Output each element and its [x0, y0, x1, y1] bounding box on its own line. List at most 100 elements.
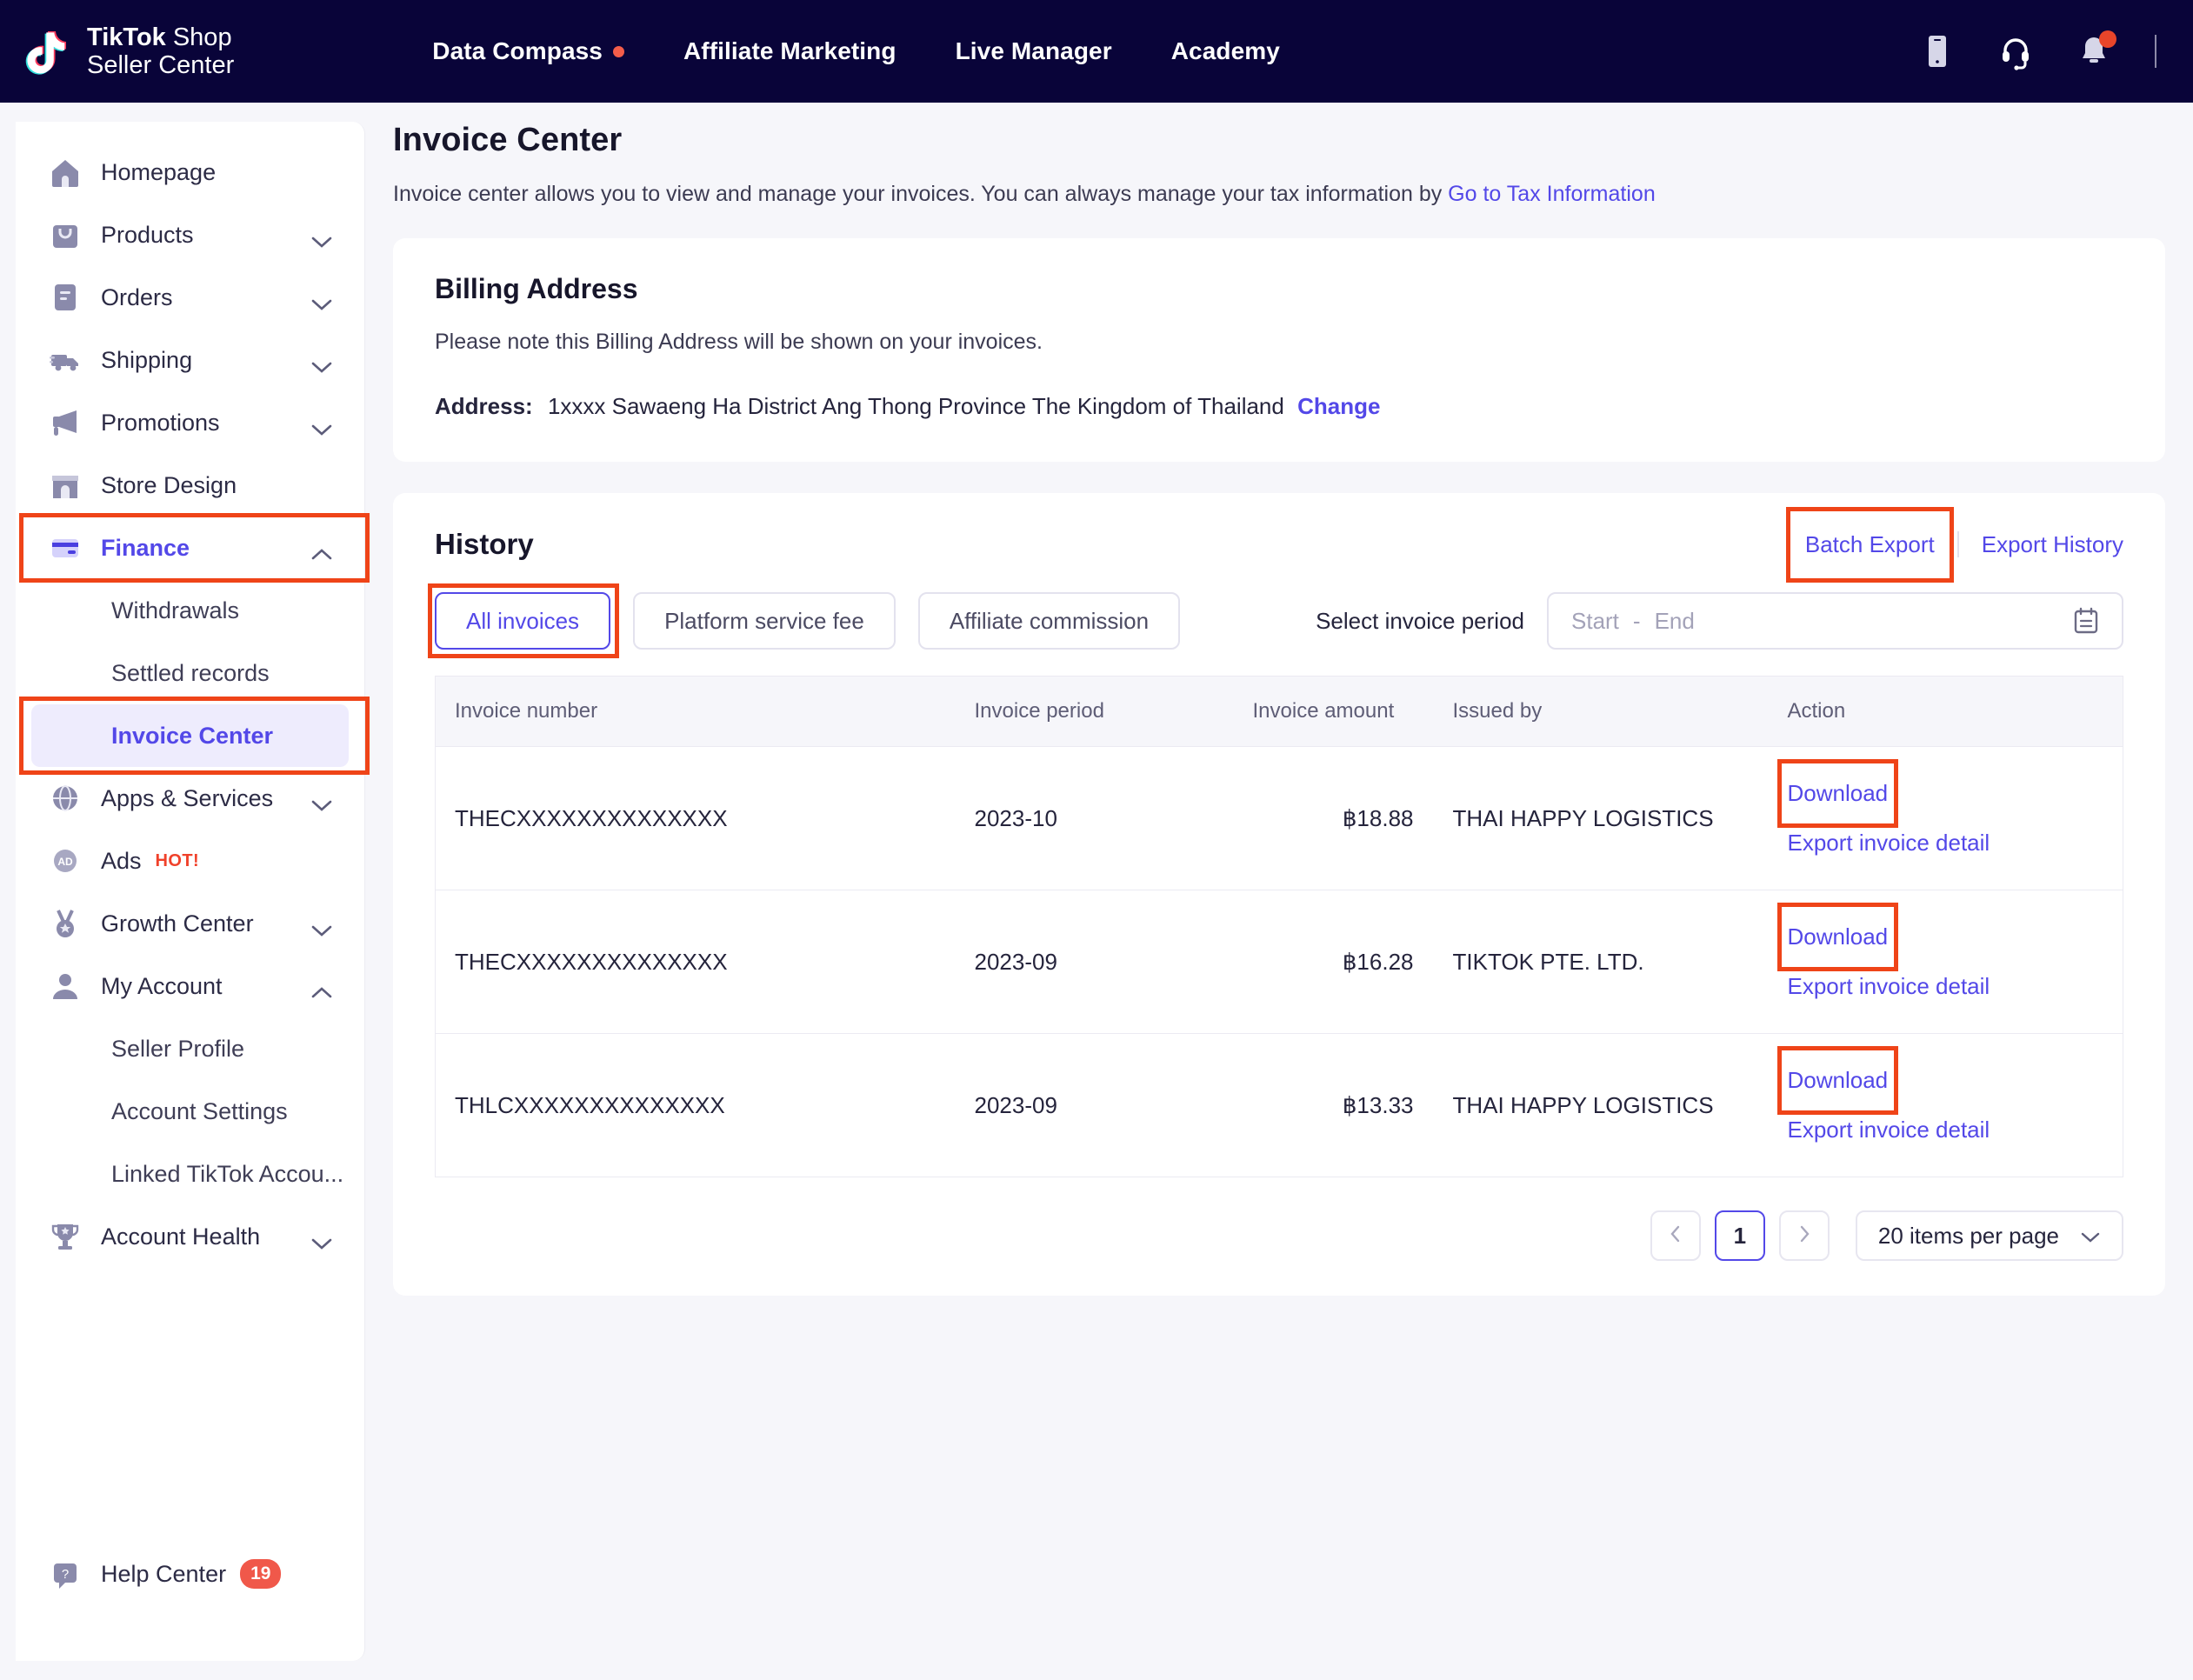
nav-link-data-compass[interactable]: Data Compass	[403, 37, 654, 65]
page-subtitle-text: Invoice center allows you to view and ma…	[393, 182, 1448, 206]
invoice-period-daterange-input[interactable]: Start - End	[1547, 592, 2123, 650]
calendar-icon[interactable]	[2073, 607, 2099, 635]
address-value: 1xxxx Sawaeng Ha District Ang Thong Prov…	[548, 393, 1284, 419]
sidebar-item-growth-center[interactable]: Growth Center	[16, 892, 364, 955]
primary-nav-links: Data Compass Affiliate Marketing Live Ma…	[403, 37, 1310, 65]
home-icon	[49, 156, 82, 189]
new-indicator-dot	[613, 46, 624, 57]
top-nav-actions	[1920, 32, 2163, 70]
sidebar-item-ads[interactable]: AD Ads HOT!	[16, 830, 364, 892]
billing-address-heading: Billing Address	[435, 273, 2123, 305]
sidebar-subitem-invoice-center[interactable]: Invoice Center	[31, 704, 349, 767]
question-bubble-icon: ?	[49, 1557, 82, 1590]
pagination: 1 20 items per page	[435, 1210, 2123, 1261]
sidebar-subitem-settled-records[interactable]: Settled records	[31, 642, 349, 704]
sidebar-subitem-linked-tiktok-account[interactable]: Linked TikTok Accou...	[31, 1143, 349, 1205]
nav-link-label: Data Compass	[432, 37, 603, 65]
sidebar-subitem-account-settings[interactable]: Account Settings	[31, 1080, 349, 1143]
sidebar-item-shipping[interactable]: Shipping	[16, 329, 364, 391]
truck-icon	[49, 343, 82, 377]
cell-issued-by: THAI HAPPY LOGISTICS	[1414, 747, 1788, 890]
billing-address-card: Billing Address Please note this Billing…	[393, 238, 2165, 462]
sidebar-item-help-center[interactable]: ? Help Center 19	[16, 1543, 364, 1605]
megaphone-icon	[49, 406, 82, 439]
sidebar-subitem-seller-profile[interactable]: Seller Profile	[31, 1017, 349, 1080]
table-header-row: Invoice number Invoice period Invoice am…	[436, 677, 2123, 747]
sidebar-item-products[interactable]: Products	[16, 203, 364, 266]
history-title: History	[435, 528, 534, 561]
chevron-right-icon	[1796, 1224, 1812, 1248]
chevron-up-icon	[310, 979, 333, 993]
mobile-phone-icon[interactable]	[1920, 32, 1955, 70]
sidebar-item-store-design[interactable]: Store Design	[16, 454, 364, 517]
bell-icon[interactable]	[2076, 32, 2111, 70]
sidebar-item-promotions[interactable]: Promotions	[16, 391, 364, 454]
pagination-page-1[interactable]: 1	[1715, 1210, 1765, 1261]
sidebar-item-homepage[interactable]: Homepage	[16, 141, 364, 203]
export-invoice-detail-button[interactable]: Export invoice detail	[1788, 1117, 2123, 1143]
document-icon	[49, 281, 82, 314]
invoice-table: Invoice number Invoice period Invoice am…	[435, 676, 2123, 1177]
export-invoice-detail-button[interactable]: Export invoice detail	[1788, 973, 2123, 1000]
download-button[interactable]: Download	[1788, 923, 1889, 950]
batch-export-button[interactable]: Batch Export	[1783, 531, 1957, 558]
cell-invoice-amount: ฿18.88	[1253, 747, 1414, 890]
brand-wordmark: TikTok Shop Seller Center	[87, 23, 234, 80]
nav-link-live-manager[interactable]: Live Manager	[926, 37, 1142, 65]
brand-logo-area[interactable]: TikTok Shop Seller Center	[19, 23, 234, 80]
credit-card-icon	[49, 531, 82, 564]
page-subtitle: Invoice center allows you to view and ma…	[393, 182, 2165, 207]
sidebar: Homepage Products Orders Shipping	[16, 122, 365, 1661]
cell-invoice-period: 2023-10	[975, 747, 1253, 890]
invoice-table-body: THECXXXXXXXXXXXXXX 2023-10 ฿18.88 THAI H…	[436, 747, 2123, 1177]
items-per-page-select[interactable]: 20 items per page	[1856, 1210, 2123, 1261]
sidebar-item-label: My Account	[101, 973, 310, 1000]
chevron-down-icon	[310, 791, 333, 805]
cell-invoice-number: THLCXXXXXXXXXXXXXX	[436, 1034, 975, 1177]
download-button[interactable]: Download	[1788, 1067, 1889, 1094]
sidebar-item-orders[interactable]: Orders	[16, 266, 364, 329]
sidebar-item-label: Ads	[101, 848, 142, 875]
page-title: Invoice Center	[393, 122, 2165, 159]
cell-issued-by: TIKTOK PTE. LTD.	[1414, 890, 1788, 1034]
sidebar-item-label: Shipping	[101, 347, 310, 374]
chevron-down-icon	[310, 416, 333, 430]
nav-divider	[2155, 35, 2156, 68]
headset-icon[interactable]	[1998, 32, 2033, 70]
tab-all-invoices[interactable]: All invoices	[435, 592, 610, 650]
svg-text:?: ?	[62, 1567, 69, 1582]
history-header: History Batch Export Export History	[435, 528, 2123, 561]
billing-address-note: Please note this Billing Address will be…	[435, 330, 2123, 355]
address-label: Address:	[435, 393, 533, 419]
pagination-prev-button[interactable]	[1650, 1210, 1701, 1261]
sidebar-subitem-withdrawals[interactable]: Withdrawals	[31, 579, 349, 642]
pagination-next-button[interactable]	[1779, 1210, 1830, 1261]
history-actions: Batch Export Export History	[1783, 531, 2123, 558]
go-to-tax-information-link[interactable]: Go to Tax Information	[1448, 182, 1656, 206]
table-row: THECXXXXXXXXXXXXXX 2023-09 ฿16.28 TIKTOK…	[436, 890, 2123, 1034]
sidebar-item-label: Apps & Services	[101, 785, 310, 812]
trophy-icon	[49, 1220, 82, 1253]
export-history-button[interactable]: Export History	[1959, 531, 2123, 558]
download-button[interactable]: Download	[1788, 780, 1889, 807]
brand-line2: Seller Center	[87, 51, 234, 79]
cell-action: Download Export invoice detail	[1788, 1034, 2123, 1177]
export-invoice-detail-button[interactable]: Export invoice detail	[1788, 830, 2123, 857]
sidebar-item-label: Finance	[101, 535, 310, 562]
tab-platform-service-fee[interactable]: Platform service fee	[633, 592, 896, 650]
sidebar-item-my-account[interactable]: My Account	[16, 955, 364, 1017]
sidebar-item-label: Store Design	[101, 472, 333, 499]
cell-issued-by: THAI HAPPY LOGISTICS	[1414, 1034, 1788, 1177]
sidebar-item-apps-services[interactable]: Apps & Services	[16, 767, 364, 830]
cell-invoice-number: THECXXXXXXXXXXXXXX	[436, 747, 975, 890]
chevron-down-icon	[310, 1230, 333, 1243]
sidebar-item-account-health[interactable]: Account Health	[16, 1205, 364, 1268]
user-icon	[49, 970, 82, 1003]
sidebar-item-finance[interactable]: Finance	[16, 517, 364, 579]
change-address-link[interactable]: Change	[1297, 393, 1380, 419]
nav-link-academy[interactable]: Academy	[1142, 37, 1310, 65]
tab-affiliate-commission[interactable]: Affiliate commission	[918, 592, 1180, 650]
chevron-down-icon	[310, 290, 333, 304]
nav-link-affiliate-marketing[interactable]: Affiliate Marketing	[654, 37, 926, 65]
history-card: History Batch Export Export History All …	[393, 493, 2165, 1296]
